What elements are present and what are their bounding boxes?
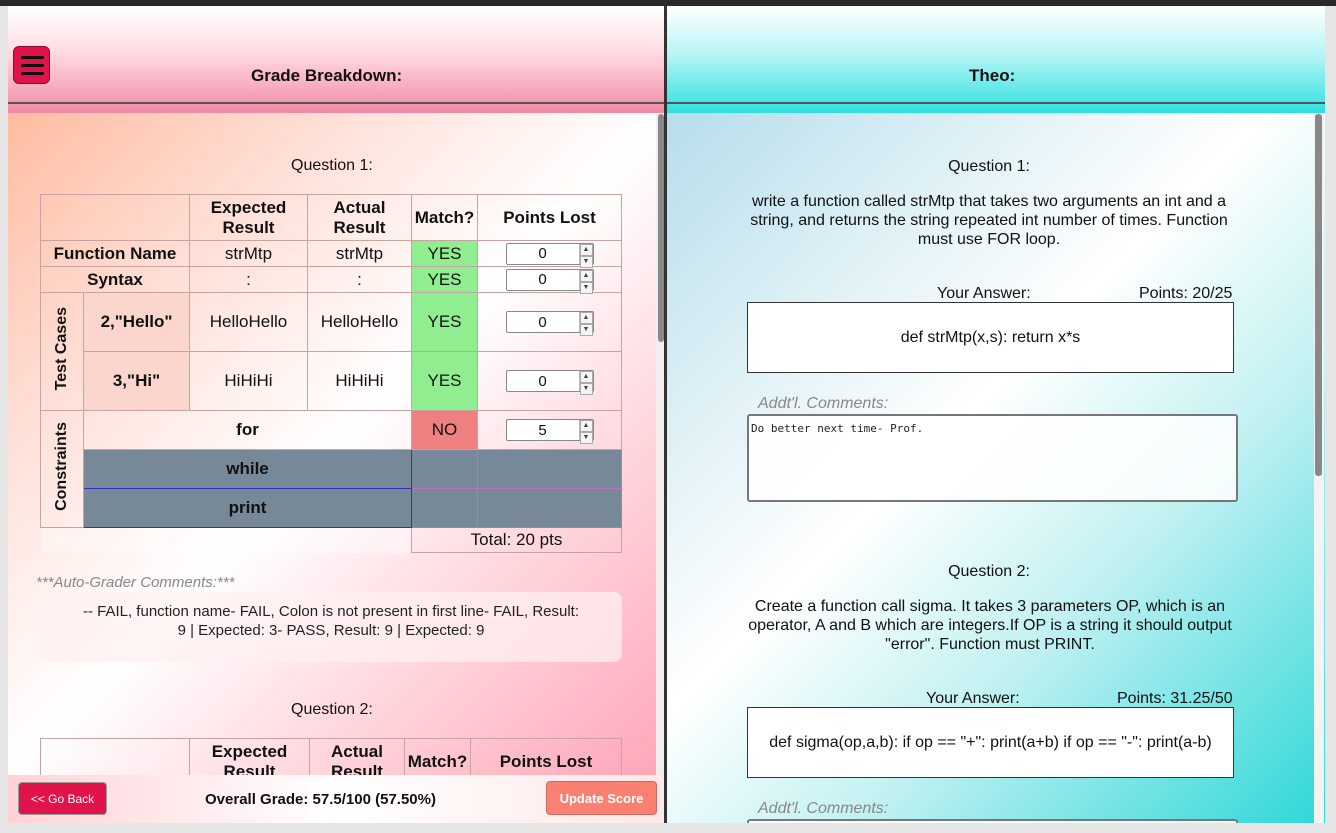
your-answer-label: Your Answer: <box>926 690 1020 707</box>
table-corner-cell <box>40 194 190 241</box>
student-name: Theo: <box>969 66 1016 85</box>
number-spinner-icon[interactable]: ▲ ▼ <box>578 420 593 444</box>
points-lost-input[interactable]: 5 ▲ ▼ <box>505 419 594 444</box>
auto-grader-comments-label: ***Auto-Grader Comments:*** <box>36 574 235 591</box>
actual-result-header: Actual Result <box>307 194 412 241</box>
number-spinner-icon[interactable]: ▲ ▼ <box>578 371 593 395</box>
number-spinner-icon[interactable]: ▲ ▼ <box>578 269 593 294</box>
total-points: Total: 20 pts <box>411 527 622 553</box>
question-1-title: Question 1: <box>948 158 1030 175</box>
question-1-points: Points: 20/25 <box>1139 285 1233 302</box>
points-lost-header: Points Lost <box>477 194 622 241</box>
header-divider <box>8 102 665 104</box>
points-lost-input[interactable]: 0 ▲ ▼ <box>505 370 594 395</box>
constraint-while: while <box>83 449 412 489</box>
actual-value: HelloHello <box>307 292 412 352</box>
actual-value: : <box>307 266 412 293</box>
table-row: Syntax : : YES 0 ▲ ▼ <box>40 266 622 294</box>
test-case-input: 2,"Hello" <box>83 292 190 352</box>
footer-bar: << Go Back Overall Grade: 57.5/100 (57.5… <box>8 775 663 823</box>
match-status-empty <box>411 488 478 528</box>
grade-breakdown-header: Grade Breakdown: <box>8 6 665 113</box>
match-status: YES <box>411 266 478 293</box>
constraint-print: print <box>83 488 412 528</box>
table-row: 3,"Hi" HiHiHi HiHiHi YES 0 ▲ ▼ <box>41 351 622 411</box>
match-header: Match? <box>411 194 478 241</box>
auto-grader-comments: -- FAIL, function name- FAIL, Colon is n… <box>40 592 622 662</box>
actual-value: HiHiHi <box>307 351 412 411</box>
go-back-button[interactable]: << Go Back <box>18 782 107 815</box>
hamburger-menu-button[interactable] <box>13 46 50 84</box>
constraint-for: for <box>83 410 412 450</box>
expected-result-header: Expected Result <box>189 194 308 241</box>
grade-breakdown-title: Grade Breakdown: <box>251 66 403 85</box>
points-lost-empty <box>477 449 622 489</box>
comments-label: Addt'l. Comments: <box>758 395 889 412</box>
student-header: Theo: <box>667 6 1325 113</box>
question-1-prompt: write a function called strMtp that take… <box>750 193 1228 248</box>
table-row: Function Name strMtp strMtp YES 0 ▲ ▼ <box>40 240 622 268</box>
test-cases-label: Test Cases <box>53 307 70 391</box>
header-divider <box>667 102 1325 104</box>
match-status: YES <box>411 240 478 267</box>
match-status: YES <box>411 351 478 411</box>
expected-value: HiHiHi <box>189 351 308 411</box>
question-2-title: Question 2: <box>291 701 373 718</box>
expected-value: : <box>189 266 308 293</box>
number-spinner-icon[interactable]: ▲ ▼ <box>578 312 593 336</box>
expected-value: strMtp <box>189 240 308 267</box>
actual-value: strMtp <box>307 240 412 267</box>
question-2-answer: def sigma(op,a,b): if op == "+": print(a… <box>747 707 1234 778</box>
comments-label: Addt'l. Comments: <box>758 800 889 817</box>
question-2-prompt: Create a function call sigma. It takes 3… <box>748 598 1232 653</box>
constraints-label: Constraints <box>53 422 70 511</box>
question-1-answer: def strMtp(x,s): return x*s <box>747 302 1234 373</box>
your-answer-label: Your Answer: <box>937 285 1031 302</box>
right-scrollbar-thumb[interactable] <box>1315 114 1322 476</box>
table-row: while <box>41 449 622 489</box>
question-1-title: Question 1: <box>291 157 373 174</box>
number-spinner-icon[interactable]: ▲ ▼ <box>578 243 593 268</box>
student-answers-panel: Theo: Question 1: write a function calle… <box>667 6 1325 823</box>
expected-value: HelloHello <box>189 292 308 352</box>
points-lost-empty <box>477 488 622 528</box>
grade-breakdown-panel: Grade Breakdown: Question 1: Expected Re… <box>8 6 665 823</box>
match-status: YES <box>411 292 478 352</box>
table-row: Constraints for NO 5 ▲ ▼ <box>40 410 622 528</box>
points-lost-input[interactable]: 0 ▲ ▼ <box>505 242 594 268</box>
match-status: NO <box>411 410 478 450</box>
row-label-syntax: Syntax <box>40 266 190 293</box>
match-status-empty <box>411 449 478 489</box>
overall-grade: Overall Grade: 57.5/100 (57.50%) <box>205 791 436 808</box>
question-1-grade-table: Expected Result Actual Result Match? Poi… <box>40 194 622 553</box>
question-2-title: Question 2: <box>948 563 1030 580</box>
table-row: print <box>41 488 622 528</box>
table-row: Test Cases 2,"Hello" HelloHello HelloHel… <box>40 292 622 411</box>
question-2-points: Points: 31.25/50 <box>1117 690 1233 707</box>
points-lost-input[interactable]: 0 ▲ ▼ <box>505 311 594 336</box>
update-score-button[interactable]: Update Score <box>546 781 657 815</box>
row-label-function-name: Function Name <box>40 240 190 267</box>
test-case-input: 3,"Hi" <box>83 351 190 411</box>
hamburger-menu-icon <box>21 56 44 59</box>
points-lost-input[interactable]: 0 ▲ ▼ <box>505 268 594 294</box>
question-2-comments-textarea[interactable] <box>747 819 1238 823</box>
question-1-comments-textarea[interactable]: Do better next time- Prof. <box>747 414 1238 502</box>
